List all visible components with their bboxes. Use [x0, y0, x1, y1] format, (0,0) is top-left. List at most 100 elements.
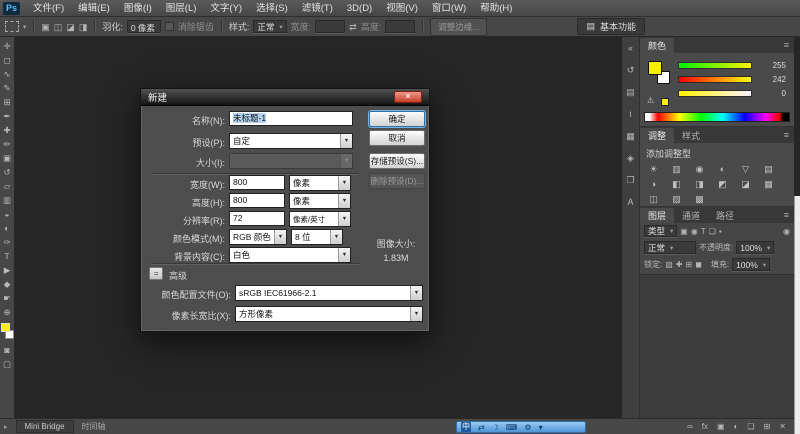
filter-adjustment-layers-icon[interactable]: ◉: [691, 227, 698, 236]
quick-mask-button[interactable]: ◙: [0, 345, 14, 356]
hand-tool[interactable]: ☛: [0, 293, 14, 304]
crop-tool[interactable]: ⊞: [0, 97, 14, 108]
resolution-input[interactable]: 72: [229, 211, 285, 226]
blur-tool[interactable]: ◒: [0, 209, 14, 220]
workspace-switcher[interactable]: ▤ 基本功能: [577, 18, 645, 35]
adjustment-threshold-icon[interactable]: ◫: [646, 193, 661, 206]
expand-panels-icon[interactable]: «: [628, 43, 633, 53]
quick-selection-tool[interactable]: ✎: [0, 83, 14, 94]
new-selection-icon[interactable]: ▣: [41, 22, 50, 32]
tab-color[interactable]: 颜色: [640, 38, 674, 53]
antialias-checkbox[interactable]: [165, 22, 174, 31]
properties-panel-icon[interactable]: ▤: [626, 87, 635, 97]
link-layers-icon[interactable]: ∞: [687, 422, 693, 431]
filter-pixel-layers-icon[interactable]: ▣: [680, 227, 688, 236]
pixel-aspect-select[interactable]: 方形像素: [235, 306, 423, 322]
fill-select[interactable]: 100%: [732, 258, 770, 271]
adjustment-curves-icon[interactable]: ◉: [692, 163, 707, 176]
adjustment-levels-icon[interactable]: ▥: [669, 163, 684, 176]
width-input[interactable]: [315, 20, 345, 33]
blue-value[interactable]: 0: [756, 89, 786, 98]
eyedropper-tool[interactable]: ✒: [0, 111, 14, 122]
soft-keyboard-icon[interactable]: ⌨: [506, 423, 518, 432]
height-input[interactable]: [385, 20, 415, 33]
ime-settings-icon[interactable]: ⚙: [524, 423, 531, 432]
filter-shape-layers-icon[interactable]: ❏: [709, 227, 716, 236]
tool-preset-caret-icon[interactable]: ▾: [23, 23, 26, 31]
langbar-options-icon[interactable]: ▾: [539, 423, 543, 432]
layers-panel-menu-icon[interactable]: ≡: [784, 210, 789, 220]
foreground-swatch-icon[interactable]: [1, 323, 10, 332]
layer-mask-icon[interactable]: ▣: [717, 422, 725, 431]
dialog-close-button[interactable]: ✕: [394, 91, 422, 103]
filter-type-layers-icon[interactable]: T: [701, 227, 706, 236]
gradient-tool[interactable]: ▥: [0, 195, 14, 206]
navigator-panel-icon[interactable]: ◈: [627, 153, 634, 163]
gamut-warning-icon[interactable]: ⚠: [647, 96, 654, 105]
layer-effects-icon[interactable]: fx: [702, 422, 708, 431]
background-select[interactable]: 白色: [229, 247, 351, 263]
green-slider[interactable]: [678, 76, 752, 83]
layer-group-icon[interactable]: ❏: [747, 422, 754, 431]
width-unit-select[interactable]: 像素: [289, 175, 351, 191]
adjustments-panel-menu-icon[interactable]: ≡: [784, 130, 789, 140]
menu-item-layer[interactable]: 图层(L): [159, 0, 204, 17]
adjustment-photo-filter-icon[interactable]: ◨: [692, 178, 707, 191]
clone-stamp-tool[interactable]: ▣: [0, 153, 14, 164]
swatches-panel-icon[interactable]: ▦: [626, 131, 635, 141]
tab-paths[interactable]: 路径: [708, 208, 742, 223]
refine-edge-button[interactable]: 调整边缘...: [430, 18, 487, 36]
new-layer-icon[interactable]: ⊞: [764, 422, 771, 431]
dialog-titlebar[interactable]: 新建 ✕: [141, 89, 429, 106]
layer-filter-select[interactable]: 类型: [644, 225, 677, 237]
blend-mode-select[interactable]: 正常: [644, 241, 696, 254]
rectangular-marquee-tool[interactable]: ◻: [0, 55, 14, 66]
blue-slider[interactable]: [678, 90, 752, 97]
mini-bridge-tab[interactable]: Mini Bridge: [16, 420, 74, 433]
menu-item-edit[interactable]: 编辑(E): [71, 0, 117, 17]
lasso-tool[interactable]: ∿: [0, 69, 14, 80]
ok-button[interactable]: 确定: [369, 111, 425, 127]
lock-pixels-icon[interactable]: ✚: [676, 260, 683, 269]
statusbar-expand-icon[interactable]: ▸: [4, 423, 8, 431]
name-input[interactable]: 未标题-1: [229, 111, 353, 126]
timeline-tab[interactable]: 时间轴: [82, 421, 106, 432]
color-swatches[interactable]: [1, 323, 14, 340]
lock-transparency-icon[interactable]: ▨: [665, 260, 673, 269]
adjustment-brightness-contrast-icon[interactable]: ☀: [646, 163, 661, 176]
filter-smart-objects-icon[interactable]: ▪: [719, 227, 722, 236]
height-input[interactable]: 800: [229, 193, 285, 208]
menu-item-3d[interactable]: 3D(D): [340, 0, 379, 17]
brush-tool[interactable]: ✏: [0, 139, 14, 150]
dodge-tool[interactable]: ◐: [0, 223, 14, 234]
lock-position-icon[interactable]: ⊞: [686, 260, 693, 269]
scrollbar[interactable]: [794, 196, 800, 434]
tool-preset-icon[interactable]: [5, 21, 19, 32]
move-tool[interactable]: ✛: [0, 41, 14, 52]
adjustment-color-balance-icon[interactable]: ◑: [646, 178, 661, 191]
eraser-tool[interactable]: ▱: [0, 181, 14, 192]
history-brush-tool[interactable]: ↺: [0, 167, 14, 178]
adjustment-selective-color-icon[interactable]: ▩: [692, 193, 707, 206]
green-value[interactable]: 242: [756, 75, 786, 84]
resolution-unit-select[interactable]: 像素/英寸: [289, 211, 351, 227]
bit-depth-select[interactable]: 8 位: [291, 229, 343, 245]
add-to-selection-icon[interactable]: ◫: [54, 22, 63, 32]
adjustment-gradient-map-icon[interactable]: ▨: [669, 193, 684, 206]
history-panel-icon[interactable]: ↺: [627, 65, 635, 75]
layers-list[interactable]: [640, 274, 794, 418]
tab-layers[interactable]: 图层: [640, 208, 674, 223]
swap-dimensions-icon[interactable]: ⇄: [349, 22, 357, 32]
menu-item-select[interactable]: 选择(S): [249, 0, 295, 17]
red-slider[interactable]: [678, 62, 752, 69]
lock-all-icon[interactable]: ◼: [695, 260, 702, 269]
filter-toggle-icon[interactable]: ◉: [783, 227, 790, 236]
preset-select[interactable]: 自定: [229, 133, 353, 149]
adjustment-exposure-icon[interactable]: ◐: [715, 163, 730, 176]
save-preset-button[interactable]: 存储预设(S)...: [369, 153, 425, 169]
screen-mode-button[interactable]: ▢: [0, 359, 14, 370]
adjustment-invert-icon[interactable]: ◪: [738, 178, 753, 191]
zoom-tool[interactable]: ⊕: [0, 307, 14, 318]
clone-source-panel-icon[interactable]: ❐: [626, 175, 634, 185]
tab-adjustments[interactable]: 调整: [640, 128, 674, 143]
